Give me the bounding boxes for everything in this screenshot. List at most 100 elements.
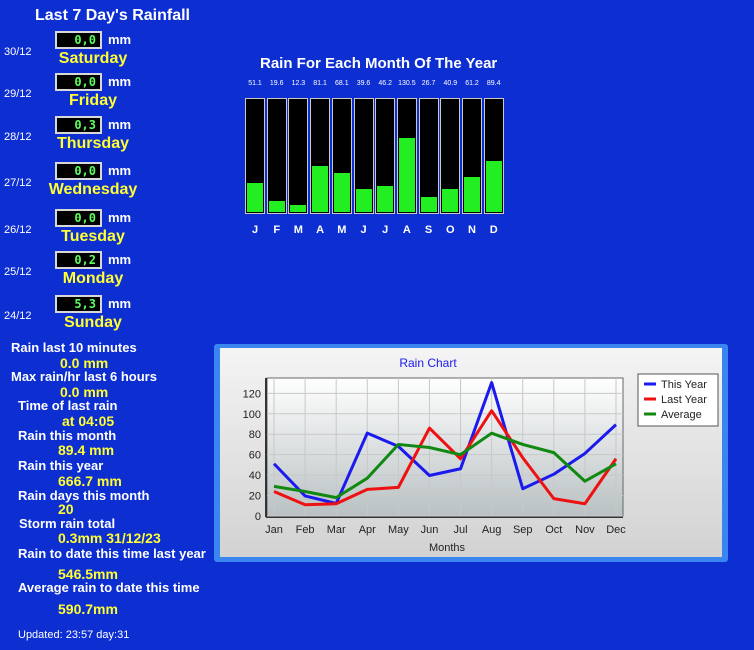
y-tick-label: 0: [255, 511, 261, 523]
month-bar: [355, 189, 372, 212]
month-value-label: 46.2: [378, 80, 392, 87]
day-rain-unit: mm: [108, 32, 132, 47]
x-tick-label: Dec: [606, 524, 626, 536]
x-tick-label: Feb: [296, 524, 315, 536]
stat-label: Rain to date this time last year: [18, 546, 206, 561]
x-tick-label: Aug: [482, 524, 502, 536]
x-tick-label: Sep: [513, 524, 533, 536]
month-bar: [377, 186, 394, 212]
stat-label: Average rain to date this time: [18, 580, 200, 595]
day-name: Tuesday: [61, 228, 125, 245]
monthly-chart-title: Rain For Each Month Of The Year: [260, 55, 498, 72]
month-bar-frame: [288, 98, 309, 214]
month-bar-frame: [440, 98, 461, 214]
month-label: J: [251, 224, 259, 236]
month-label: D: [489, 224, 498, 236]
x-tick-label: Nov: [575, 524, 595, 536]
y-tick-label: 60: [249, 450, 261, 462]
month-bar: [333, 173, 350, 212]
month-bar-frame: [396, 98, 417, 214]
month-value-label: 40.9: [443, 80, 458, 87]
stat-value: 666.7 mm: [58, 473, 122, 489]
day-name: Monday: [62, 270, 124, 287]
stat-value: 0.3mm 31/12/23: [58, 530, 161, 546]
month-bar-frame: [483, 98, 504, 214]
y-tick-label: 40: [249, 470, 261, 482]
stat-value: at 04:05: [62, 413, 115, 429]
day-rain-value: 0,0: [55, 162, 102, 180]
day-rain-unit: mm: [108, 210, 132, 225]
month-value-label: 89.4: [486, 80, 501, 87]
month-value-label: 81.1: [313, 80, 327, 87]
month-bar-frame: [462, 98, 482, 214]
stat-label: Rain this month: [18, 428, 117, 443]
day-name: Saturday: [58, 50, 128, 67]
y-tick-label: 20: [249, 491, 261, 503]
day-rain-unit: mm: [108, 163, 132, 178]
x-tick-label: Jul: [454, 524, 468, 536]
month-value-label: 51.1: [248, 80, 262, 87]
month-bar: [398, 138, 415, 212]
legend-label: Last Year: [661, 394, 707, 406]
month-bar: [485, 161, 502, 212]
day-name: Wednesday: [48, 181, 138, 198]
month-label: O: [446, 224, 455, 236]
chart-title: Rain Chart: [399, 356, 457, 370]
month-label: J: [360, 224, 367, 236]
month-bar: [442, 189, 459, 212]
month-bar: [464, 177, 480, 212]
x-tick-label: May: [388, 524, 409, 536]
legend-label: Average: [661, 409, 702, 421]
month-bar: [268, 201, 285, 212]
month-label: M: [293, 224, 303, 236]
x-tick-label: Jan: [265, 524, 283, 536]
month-bar: [312, 166, 329, 212]
day-rain-value: 0,0: [55, 209, 102, 227]
day-rain-unit: mm: [108, 117, 132, 132]
day-rain-value: 0,2: [55, 251, 102, 269]
day-rain-value: 5,3: [55, 295, 102, 313]
month-bar: [420, 197, 437, 212]
day-rain-unit: mm: [108, 74, 132, 89]
day-rain-unit: mm: [108, 252, 132, 267]
stat-value: 590.7mm: [58, 601, 118, 617]
month-label: J: [382, 224, 389, 236]
month-bar-frame: [266, 98, 287, 214]
day-name: Thursday: [56, 135, 129, 152]
x-tick-label: Jun: [421, 524, 439, 536]
day-rain-value: 0,0: [55, 31, 102, 49]
month-value-label: 19.6: [269, 80, 284, 87]
month-value-label: 130.5: [398, 80, 416, 87]
x-tick-label: Apr: [359, 524, 376, 536]
y-tick-label: 80: [249, 429, 261, 441]
y-tick-label: 120: [243, 388, 261, 400]
day-rain-value: 0,0: [55, 73, 102, 91]
month-bar-frame: [353, 98, 374, 214]
rain-line-chart: 0 20 40 60 80 100 120 Jan Feb Mar Apr May Jun Jul Aug S…: [243, 356, 719, 554]
x-tick-label: Oct: [545, 524, 562, 536]
stat-value: 20: [58, 501, 74, 517]
month-label: F: [273, 224, 281, 236]
day-rain-unit: mm: [108, 296, 132, 311]
y-tick-label: 100: [243, 409, 261, 421]
month-bar-frame: [310, 98, 331, 214]
month-bar-frame: [375, 98, 396, 214]
month-bar: [247, 183, 263, 212]
month-value-label: 68.1: [334, 80, 349, 87]
x-tick-label: Mar: [327, 524, 346, 536]
month-label: A: [316, 224, 325, 236]
updated-label: Updated: 23:57 day:31: [18, 629, 130, 641]
rain-chart-area: 0 20 40 60 80 100 120 Jan Feb Mar Apr May Jun Jul Aug S…: [220, 348, 722, 557]
stat-label: Max rain/hr last 6 hours: [11, 369, 157, 384]
month-bar-frame: [418, 98, 439, 214]
month-label: A: [402, 224, 411, 236]
stat-value: 89.4 mm: [58, 442, 115, 458]
month-bar: [290, 205, 307, 212]
month-value-label: 26.7: [421, 80, 436, 87]
day-name: Friday: [68, 92, 117, 109]
stat-label: Rain last 10 minutes: [11, 340, 137, 355]
page-title: Last 7 Day's Rainfall: [35, 7, 190, 24]
stat-label: Rain days this month: [18, 488, 150, 503]
month-bar-frame: [245, 98, 265, 214]
month-value-label: 61.2: [465, 80, 479, 87]
